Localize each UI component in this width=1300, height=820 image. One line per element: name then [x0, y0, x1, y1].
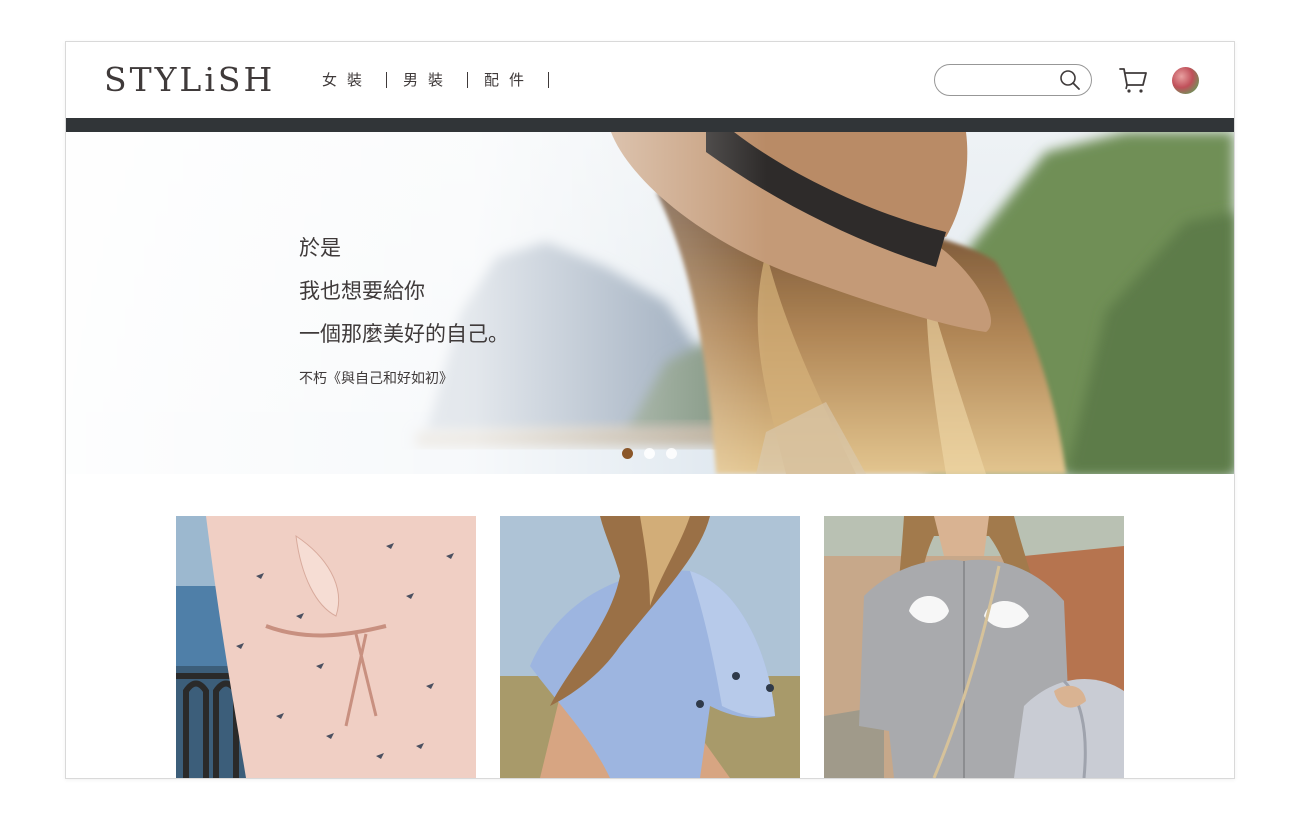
carousel-indicators: [622, 448, 677, 459]
hero-quote-source: 不朽《與自己和好如初》: [299, 371, 453, 387]
browser-window: STYLiSH 女裝 男裝 配件 於是 我也想要給你 一個那麼美好的自己。 不朽…: [65, 41, 1235, 779]
product-card-gray-shirt[interactable]: [824, 516, 1124, 778]
nav-item-men[interactable]: 男裝: [387, 70, 467, 90]
search-icon[interactable]: [1059, 69, 1081, 91]
site-header: STYLiSH 女裝 男裝 配件: [66, 42, 1234, 118]
header-divider-bar: [66, 118, 1234, 132]
main-nav: 女裝 男裝 配件: [306, 70, 550, 90]
hero-quote: 於是 我也想要給你 一個那麼美好的自己。 不朽《與自己和好如初》: [299, 227, 509, 388]
hero-quote-line: 我也想要給你: [299, 279, 425, 303]
hero-banner[interactable]: 於是 我也想要給你 一個那麼美好的自己。 不朽《與自己和好如初》: [66, 132, 1234, 474]
search-box: [934, 64, 1092, 96]
nav-item-women[interactable]: 女裝: [306, 70, 386, 90]
product-card-blue-top[interactable]: [500, 516, 800, 778]
product-card-pink-dress[interactable]: [176, 516, 476, 778]
product-image: [176, 516, 476, 778]
product-image: [500, 516, 800, 778]
search-input[interactable]: [947, 69, 1059, 93]
hero-quote-line: 於是: [299, 236, 341, 260]
member-avatar[interactable]: [1172, 67, 1199, 94]
hero-image: [66, 132, 1234, 474]
site-logo[interactable]: STYLiSH: [104, 60, 275, 100]
cart-icon[interactable]: [1118, 66, 1148, 94]
nav-divider: [548, 72, 550, 88]
nav-item-accessories[interactable]: 配件: [468, 70, 548, 90]
hero-quote-line: 一個那麼美好的自己。: [299, 322, 509, 346]
carousel-dot-1[interactable]: [622, 448, 633, 459]
carousel-dot-3[interactable]: [666, 448, 677, 459]
product-image: [824, 516, 1124, 778]
carousel-dot-2[interactable]: [644, 448, 655, 459]
